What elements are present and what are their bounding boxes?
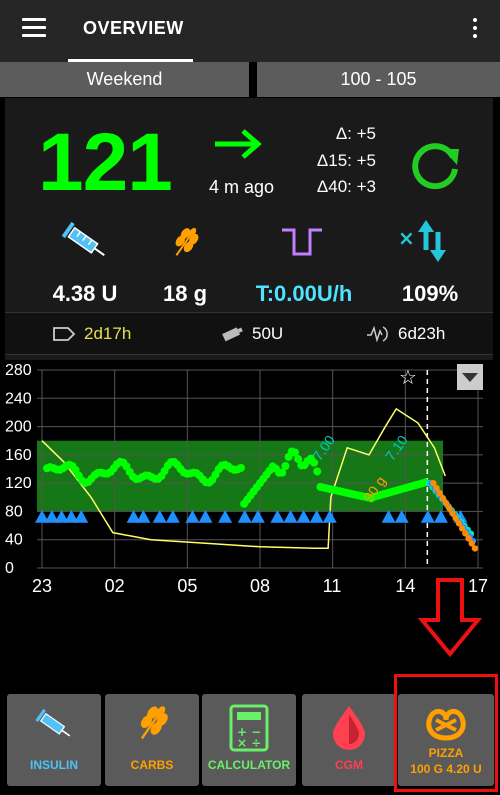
insulin-button-icon (35, 708, 71, 737)
delta-15: Δ15: +5 (316, 151, 376, 170)
more-options-icon[interactable] (472, 18, 478, 40)
trend-arrow-icon (215, 129, 262, 159)
cannula-age-value: 2d17h (84, 324, 132, 343)
delta-40: Δ40: +3 (316, 177, 376, 196)
tab-overview-label: OVERVIEW (83, 18, 184, 38)
cgm-button-icon (333, 706, 365, 750)
bg-reading-dot (236, 463, 245, 472)
y-tick-label: 0 (5, 560, 14, 577)
calculator-button-label: CALCULATOR (207, 758, 291, 772)
sensor-age[interactable]: 6d23h (366, 324, 445, 344)
cgm-button-label: CGM (335, 758, 363, 772)
insulin-button-label: INSULIN (30, 758, 78, 772)
cgm-button[interactable]: CGM (302, 694, 396, 786)
reservoir-level[interactable]: 50U (220, 324, 283, 344)
sensor-age-value: 6d23h (398, 324, 446, 343)
autosens-icon[interactable]: × (398, 220, 452, 264)
app-bar: OVERVIEW (0, 0, 500, 62)
y-tick-label: 120 (5, 475, 32, 492)
glucose-chart[interactable]: 2802402001601208040023 02 05 08 11 14 177.00 7.… (5, 360, 493, 600)
y-tick-label: 160 (5, 447, 32, 464)
menu-icon[interactable] (22, 18, 46, 38)
star-icon: ☆ (399, 365, 417, 389)
svg-text:×: × (398, 226, 415, 250)
target-range-button[interactable]: 100 - 105 (257, 62, 500, 97)
insulin-button[interactable]: INSULIN (7, 694, 101, 786)
calculator-button[interactable]: + − × ÷ CALCULATOR (202, 694, 296, 786)
y-tick-label: 80 (5, 503, 23, 520)
x-tick-label: 05 (177, 576, 197, 596)
svg-text:× ÷: × ÷ (237, 736, 261, 750)
time-ago: 4 m ago (209, 177, 275, 197)
reservoir-icon (222, 327, 243, 342)
y-tick-label: 200 (5, 419, 32, 436)
prediction-dot (471, 545, 479, 552)
wheat-icon[interactable] (168, 226, 202, 260)
carbs-button-label: CARBS (130, 758, 174, 772)
y-tick-label: 240 (5, 390, 32, 407)
sensor-icon (367, 325, 388, 343)
highlight-arrow-icon (418, 578, 482, 658)
x-tick-label: 11 (323, 576, 342, 596)
cannula-icon (53, 327, 76, 341)
syringe-icon[interactable] (60, 220, 112, 266)
insulin-on-board[interactable]: 4.38 U (38, 281, 132, 307)
x-tick-label: 14 (395, 576, 415, 596)
delta: Δ: +5 (335, 124, 376, 143)
carbs-button-icon (140, 706, 168, 740)
x-tick-label: 08 (250, 576, 270, 596)
bg-reading-dot (281, 462, 290, 471)
profile-button[interactable]: Weekend (0, 62, 249, 97)
tab-overview[interactable]: OVERVIEW (68, 0, 193, 62)
y-tick-label: 280 (5, 362, 32, 379)
bg-reading-dot (313, 467, 322, 476)
highlight-box (394, 674, 498, 792)
glucose-value[interactable]: 121 (38, 116, 173, 210)
x-tick-label: 23 (32, 576, 52, 596)
temp-basal-icon[interactable] (280, 224, 324, 260)
x-tick-label: 02 (105, 576, 125, 596)
autosens-value[interactable]: 109% (390, 281, 470, 307)
carbs-button[interactable]: CARBS (105, 694, 199, 786)
temp-basal-value[interactable]: T:0.00U/h (244, 281, 364, 307)
calculator-button-icon: + − × ÷ (229, 704, 269, 752)
y-tick-label: 40 (5, 532, 23, 549)
cannula-age[interactable]: 2d17h (52, 324, 131, 344)
reservoir-value: 50U (252, 324, 284, 343)
loop-status-icon[interactable] (407, 137, 463, 193)
carbs-on-board[interactable]: 18 g (150, 281, 220, 307)
